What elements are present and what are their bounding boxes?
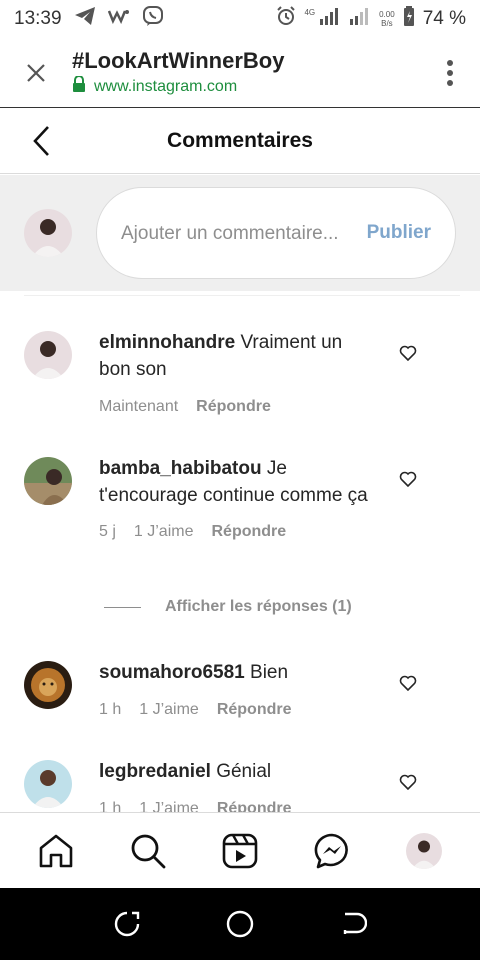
clock: 13:39	[14, 8, 62, 29]
back-button[interactable]	[22, 121, 62, 161]
browser-menu-button[interactable]	[420, 38, 480, 108]
browser-title: #LookArtWinnerBoy	[72, 48, 285, 73]
viber-icon	[142, 5, 164, 33]
list-item: legbredaniel Génial 1 h 1 J’aime Répondr…	[0, 736, 480, 812]
recent-apps-button[interactable]	[103, 900, 151, 948]
signal-2-icon	[349, 7, 371, 31]
comment-time: Maintenant	[99, 398, 179, 415]
comment-input[interactable]: Ajouter un commentaire... Publier	[96, 187, 456, 279]
comment-text: legbredaniel Génial	[99, 758, 379, 785]
comment-username[interactable]: legbredaniel	[99, 761, 211, 782]
nav-profile[interactable]	[394, 821, 454, 881]
home-button[interactable]	[216, 900, 264, 948]
like-button[interactable]	[396, 671, 420, 695]
comments-header: Commentaires	[0, 108, 480, 174]
comment-likes[interactable]: 1 J’aime	[139, 701, 199, 719]
heart-icon	[399, 675, 417, 691]
search-icon	[131, 834, 166, 868]
reply-button[interactable]: Répondre	[217, 800, 292, 812]
comment-time: 1 h	[99, 701, 122, 718]
comment-body: elminnohandre Vraiment un bon son Mainte…	[99, 329, 379, 416]
view-replies-label[interactable]: Afficher les réponses (1)	[165, 598, 352, 616]
network-type: 4G	[304, 7, 316, 17]
comment-text: bamba_habibatou Je t'encourage continue …	[99, 455, 379, 509]
comment-content: Génial	[216, 761, 272, 782]
like-button[interactable]	[396, 770, 420, 794]
reply-button[interactable]: Répondre	[196, 398, 271, 416]
comment-time: 5 j	[99, 523, 116, 540]
telegram-icon	[74, 6, 96, 32]
comment-body: soumahoro6581 Bien 1 h 1 J’aime Répondre	[99, 659, 379, 719]
back-system-button[interactable]	[329, 900, 377, 948]
nav-home[interactable]	[26, 821, 86, 881]
reply-button[interactable]: Répondre	[211, 523, 286, 541]
browser-bar: #LookArtWinnerBoy www.instagram.com	[0, 38, 480, 108]
more-vertical-icon	[447, 59, 453, 86]
comment-likes[interactable]: 1 J’aime	[139, 800, 199, 812]
comment-username[interactable]: bamba_habibatou	[99, 458, 262, 479]
replies-line	[104, 606, 141, 608]
comment-time: 1 h	[99, 800, 122, 812]
comment-body: bamba_habibatou Je t'encourage continue …	[99, 455, 379, 541]
page-title: Commentaires	[167, 128, 313, 152]
browser-url: www.instagram.com	[94, 77, 238, 95]
comment-meta: 1 h 1 J’aime Répondre	[99, 701, 379, 719]
avatar[interactable]	[24, 661, 72, 709]
nav-search[interactable]	[118, 821, 178, 881]
bottom-nav	[0, 812, 480, 888]
like-button[interactable]	[396, 467, 420, 491]
reply-button[interactable]: Répondre	[217, 701, 292, 719]
network-speed: 0.00 B/s	[379, 10, 395, 28]
comment-body: legbredaniel Génial 1 h 1 J’aime Répondr…	[99, 758, 379, 812]
view-replies-button[interactable]: Afficher les réponses (1)	[104, 598, 352, 616]
heart-icon	[399, 471, 417, 487]
list-item: elminnohandre Vraiment un bon son Mainte…	[0, 296, 480, 436]
nav-reels[interactable]	[210, 821, 270, 881]
reels-icon	[222, 833, 258, 868]
avatar[interactable]	[24, 760, 72, 808]
comment-content: Bien	[250, 662, 289, 683]
comment-username[interactable]: soumahoro6581	[99, 662, 245, 683]
avatar[interactable]	[406, 832, 442, 869]
close-icon	[27, 63, 45, 82]
like-button[interactable]	[396, 341, 420, 365]
comment-text: soumahoro6581 Bien	[99, 659, 379, 686]
avatar	[24, 209, 72, 257]
messenger-icon	[314, 833, 348, 868]
system-nav-bar	[0, 888, 480, 960]
status-bar: 13:39 4G 0.00 B/s 74 %	[0, 0, 480, 38]
publish-button[interactable]: Publier	[367, 222, 431, 244]
nav-messenger[interactable]	[302, 821, 362, 881]
home-icon	[39, 834, 73, 867]
list-item: soumahoro6581 Bien 1 h 1 J’aime Répondre	[0, 636, 480, 736]
comment-text: elminnohandre Vraiment un bon son	[99, 329, 379, 383]
wave-app-icon	[107, 8, 130, 30]
heart-icon	[399, 774, 417, 790]
comment-meta: Maintenant Répondre	[99, 398, 379, 416]
comment-likes[interactable]: 1 J’aime	[134, 523, 194, 541]
recent-apps-icon	[114, 911, 139, 937]
comment-composer: Ajouter un commentaire... Publier	[0, 175, 480, 291]
heart-icon	[399, 345, 417, 361]
chevron-left-icon	[33, 126, 49, 156]
browser-titles: #LookArtWinnerBoy www.instagram.com	[72, 48, 420, 97]
comments-list: elminnohandre Vraiment un bon son Mainte…	[0, 296, 480, 812]
battery-level: 74 %	[422, 8, 466, 29]
comment-username[interactable]: elminnohandre	[99, 332, 235, 353]
comment-input-placeholder[interactable]: Ajouter un commentaire...	[121, 220, 367, 247]
alarm-icon	[276, 6, 296, 32]
comment-meta: 5 j 1 J’aime Répondre	[99, 523, 379, 541]
comment-meta: 1 h 1 J’aime Répondre	[99, 800, 379, 812]
lock-icon	[72, 75, 86, 97]
signal-icon	[319, 7, 341, 31]
avatar[interactable]	[24, 331, 72, 379]
url-row: www.instagram.com	[72, 75, 420, 97]
battery-icon	[403, 6, 415, 32]
close-tab-button[interactable]	[0, 38, 72, 108]
back-arrow-icon	[344, 912, 368, 934]
avatar[interactable]	[24, 457, 72, 505]
circle-icon	[226, 910, 254, 938]
